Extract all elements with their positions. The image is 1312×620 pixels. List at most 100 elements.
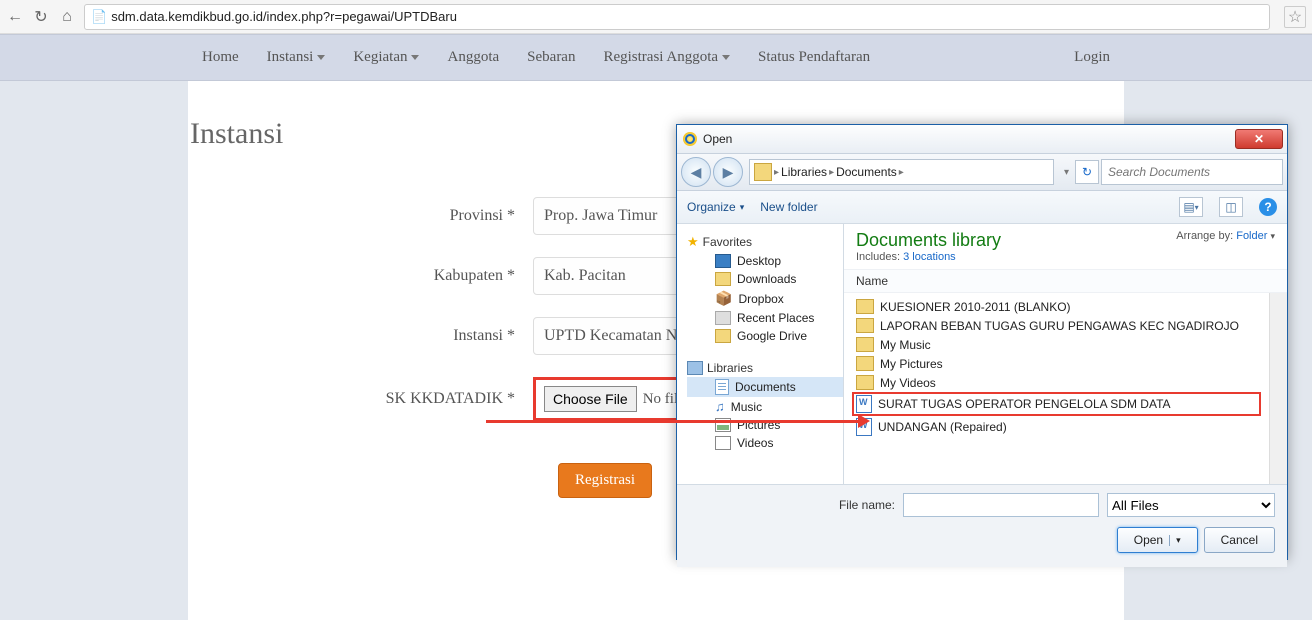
tree-dropbox[interactable]: 📦Dropbox xyxy=(687,288,843,309)
bookmark-icon[interactable]: ☆ xyxy=(1284,6,1306,28)
close-button[interactable]: ✕ xyxy=(1235,129,1283,149)
new-folder-button[interactable]: New folder xyxy=(760,200,817,214)
folder-icon xyxy=(856,318,874,333)
folder-icon xyxy=(856,299,874,314)
tree-downloads[interactable]: Downloads xyxy=(687,270,843,288)
scrollbar[interactable] xyxy=(1269,293,1287,484)
tree-pictures[interactable]: Pictures xyxy=(687,416,843,434)
register-button[interactable]: Registrasi xyxy=(558,463,652,498)
tree-gdrive[interactable]: Google Drive xyxy=(687,327,843,345)
home-icon[interactable]: ⌂ xyxy=(58,8,76,26)
dialog-toolbar: Organize ▾ New folder ▤ ▾ ◫ ? xyxy=(677,191,1287,224)
annotation-arrow-line xyxy=(486,420,861,423)
desktop-icon xyxy=(715,254,731,268)
dialog-titlebar[interactable]: Open ✕ xyxy=(677,125,1287,154)
tree-videos[interactable]: Videos xyxy=(687,434,843,452)
chevron-down-icon xyxy=(411,55,419,60)
url-bar[interactable]: 📄 sdm.data.kemdikbud.go.id/index.php?r=p… xyxy=(84,4,1270,30)
chevron-down-icon xyxy=(722,55,730,60)
choose-file-button[interactable]: Choose File xyxy=(544,386,637,412)
nav-sebaran[interactable]: Sebaran xyxy=(513,38,589,78)
tree-recent[interactable]: Recent Places xyxy=(687,309,843,327)
organize-menu[interactable]: Organize ▾ xyxy=(687,200,744,214)
label-provinsi: Provinsi * xyxy=(188,207,533,225)
site-nav: Home Instansi Kegiatan Anggota Sebaran R… xyxy=(0,34,1312,81)
tree-music[interactable]: ♫Music xyxy=(687,397,843,416)
tree-favorites[interactable]: ★Favorites xyxy=(687,232,843,252)
dialog-nav: ◀ ▶ ▸ Libraries ▸ Documents ▸ ▾ ↻ xyxy=(677,154,1287,191)
libraries-icon xyxy=(687,361,703,375)
chevron-right-icon: ▸ xyxy=(774,167,779,178)
nav-instansi[interactable]: Instansi xyxy=(253,38,340,78)
library-includes: Includes: 3 locations xyxy=(856,251,1001,263)
file-row[interactable]: LAPORAN BEBAN TUGAS GURU PENGAWAS KEC NG… xyxy=(852,316,1261,335)
dialog-bottom: File name: All Files Open▾ Cancel xyxy=(677,484,1287,567)
back-icon[interactable]: ← xyxy=(6,8,24,26)
arrange-by[interactable]: Arrange by: Folder ▾ xyxy=(1176,230,1275,242)
music-icon: ♫ xyxy=(715,399,725,414)
preview-pane-button[interactable]: ◫ xyxy=(1219,197,1243,217)
crumb-libraries[interactable]: Libraries xyxy=(781,165,827,179)
file-row[interactable]: My Videos xyxy=(852,373,1261,392)
crumb-documents[interactable]: Documents xyxy=(836,165,897,179)
dropbox-icon: 📦 xyxy=(715,290,732,307)
library-header: Documents library Includes: 3 locations … xyxy=(844,224,1287,270)
annotation-arrow-head xyxy=(858,414,870,428)
file-row[interactable]: My Pictures xyxy=(852,354,1261,373)
dialog-title-text: Open xyxy=(701,132,1235,146)
file-row[interactable]: KUESIONER 2010-2011 (BLANKO) xyxy=(852,297,1261,316)
nav-status[interactable]: Status Pendaftaran xyxy=(744,38,884,78)
dialog-body: ★Favorites Desktop Downloads 📦Dropbox Re… xyxy=(677,224,1287,484)
includes-link[interactable]: 3 locations xyxy=(903,251,956,263)
file-name: UNDANGAN (Repaired) xyxy=(878,420,1007,434)
library-title: Documents library xyxy=(856,230,1001,251)
file-name-input[interactable] xyxy=(903,493,1099,517)
chrome-icon xyxy=(683,132,697,146)
file-row[interactable]: UNDANGAN (Repaired) xyxy=(852,416,1261,438)
nav-back-button[interactable]: ◀ xyxy=(681,157,711,187)
open-button[interactable]: Open▾ xyxy=(1117,527,1198,553)
browser-toolbar: ← ↻ ⌂ 📄 sdm.data.kemdikbud.go.id/index.p… xyxy=(0,0,1312,34)
videos-icon xyxy=(715,436,731,450)
file-name: My Music xyxy=(880,338,931,352)
file-type-filter[interactable]: All Files xyxy=(1107,493,1275,517)
nav-anggota[interactable]: Anggota xyxy=(433,38,513,78)
folder-icon xyxy=(856,375,874,390)
chevron-down-icon[interactable]: ▾ xyxy=(1064,167,1069,178)
file-row[interactable]: SURAT TUGAS OPERATOR PENGELOLA SDM DATA xyxy=(852,392,1261,416)
help-button[interactable]: ? xyxy=(1259,198,1277,216)
cancel-button[interactable]: Cancel xyxy=(1204,527,1275,553)
nav-kegiatan[interactable]: Kegiatan xyxy=(339,38,433,78)
tree-libraries[interactable]: Libraries xyxy=(687,359,843,377)
search-input[interactable] xyxy=(1101,159,1283,185)
reload-icon[interactable]: ↻ xyxy=(32,8,50,26)
view-mode-button[interactable]: ▤ ▾ xyxy=(1179,197,1203,217)
tree-desktop[interactable]: Desktop xyxy=(687,252,843,270)
nav-forward-button[interactable]: ▶ xyxy=(713,157,743,187)
refresh-button[interactable]: ↻ xyxy=(1075,160,1099,184)
file-list: KUESIONER 2010-2011 (BLANKO) LAPORAN BEBA… xyxy=(844,293,1269,484)
chevron-right-icon: ▸ xyxy=(899,167,904,178)
folder-icon xyxy=(715,272,731,286)
file-row[interactable]: My Music xyxy=(852,335,1261,354)
file-name-label: File name: xyxy=(839,498,895,512)
file-open-dialog: Open ✕ ◀ ▶ ▸ Libraries ▸ Documents ▸ ▾ ↻… xyxy=(676,124,1288,560)
breadcrumb[interactable]: ▸ Libraries ▸ Documents ▸ xyxy=(749,159,1054,185)
folder-icon xyxy=(856,337,874,352)
tree-documents[interactable]: Documents xyxy=(687,377,843,397)
nav-home[interactable]: Home xyxy=(188,38,253,78)
nav-registrasi[interactable]: Registrasi Anggota xyxy=(589,38,744,78)
chevron-right-icon: ▸ xyxy=(829,167,834,178)
star-icon: ★ xyxy=(687,234,699,250)
word-icon xyxy=(856,395,872,413)
file-name: KUESIONER 2010-2011 (BLANKO) xyxy=(880,300,1071,314)
column-header-name[interactable]: Name xyxy=(844,270,1287,293)
folder-icon xyxy=(715,329,731,343)
label-kabupaten: Kabupaten * xyxy=(188,267,533,285)
folder-icon xyxy=(856,356,874,371)
label-sk: SK KKDATADIK * xyxy=(188,390,533,408)
globe-icon: 📄 xyxy=(91,9,107,25)
nav-login[interactable]: Login xyxy=(1060,38,1124,78)
file-name: My Pictures xyxy=(880,357,943,371)
chevron-down-icon xyxy=(317,55,325,60)
